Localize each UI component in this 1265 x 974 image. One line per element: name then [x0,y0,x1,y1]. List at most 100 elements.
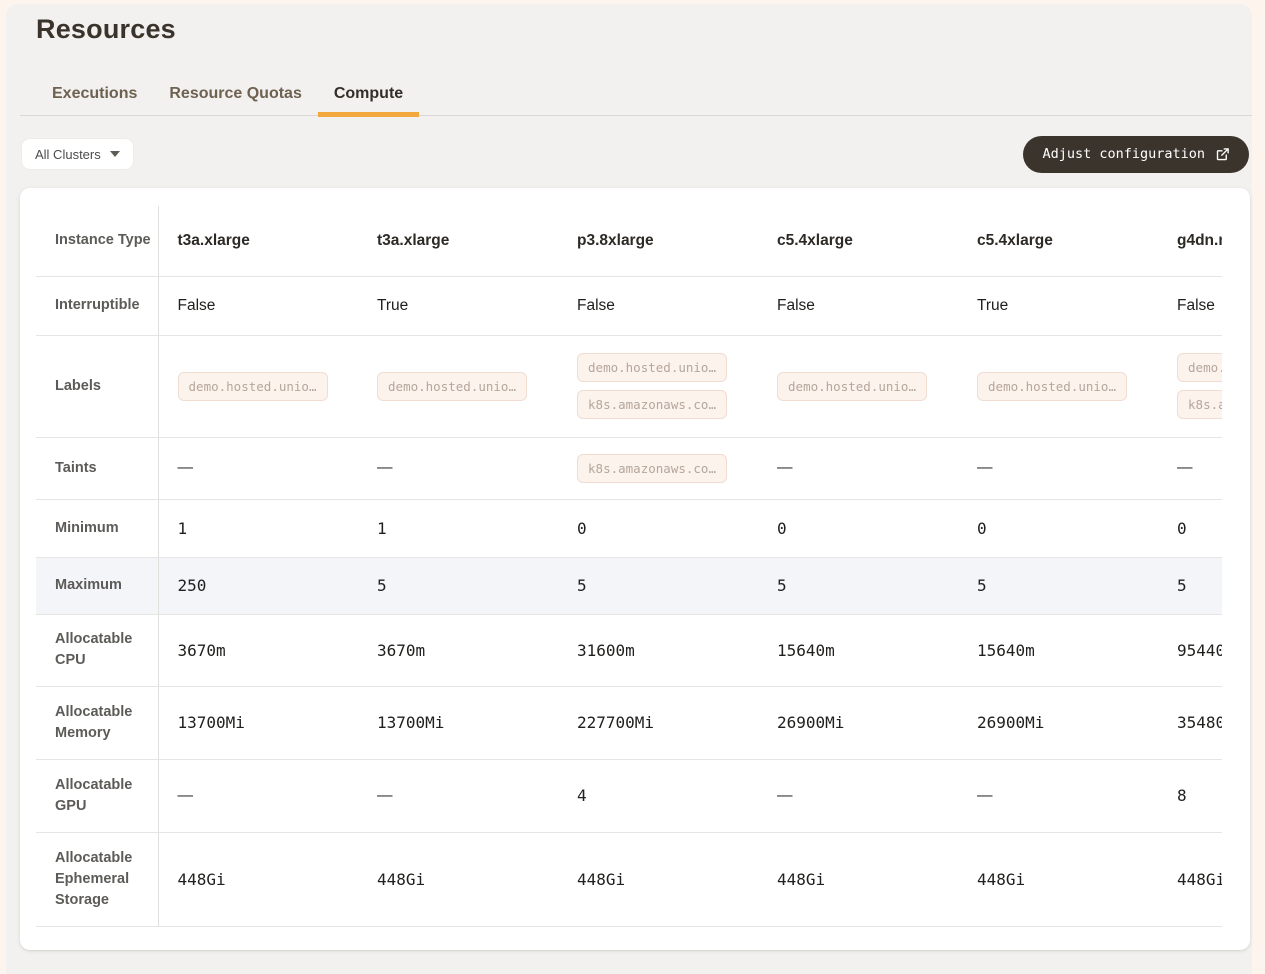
instance-type-header: c5.4xlarge [758,206,958,276]
label-chip: demo.hosted.unio… [1177,353,1222,382]
row-label-interruptible: Interruptible [36,276,158,335]
cell-allocatable-cpu: 95440m [1158,614,1222,686]
page-title: Resources [36,14,176,45]
cell-allocatable-gpu: — [958,759,1158,832]
external-link-icon [1215,147,1230,162]
cell-labels: demo.hosted.unio… [958,335,1158,437]
cell-allocatable-ephemeral-storage: 448Gi [1158,832,1222,926]
cell-allocatable-gpu: — [158,759,358,832]
label-chip: demo.hosted.unio… [377,372,527,401]
tab-bar: Executions Resource Quotas Compute [20,81,1252,116]
row-label-allocatable-memory: Allocatable Memory [36,686,158,759]
cell-allocatable-cpu: 3670m [358,614,558,686]
table-row-allocatable-memory: Allocatable Memory 13700Mi 13700Mi 22770… [36,686,1222,759]
cell-allocatable-ephemeral-storage: 448Gi [758,832,958,926]
controls-row: All Clusters Adjust configuration [22,133,1249,175]
compute-table: Instance Type t3a.xlarge t3a.xlarge p3.8… [36,206,1222,927]
cell-maximum: 5 [1158,557,1222,614]
cluster-filter-label: All Clusters [35,147,101,162]
row-label-minimum: Minimum [36,499,158,557]
cell-interruptible: True [958,276,1158,335]
cell-labels: demo.hosted.unio… [358,335,558,437]
label-chip: demo.hosted.unio… [577,353,727,382]
adjust-configuration-label: Adjust configuration [1042,146,1205,162]
table-row-labels: Labels demo.hosted.unio… demo.hosted.uni… [36,335,1222,437]
cell-taints: — [158,437,358,499]
row-label-allocatable-gpu: Allocatable GPU [36,759,158,832]
cell-labels: demo.hosted.unio… k8s.amazonaws.co… [1158,335,1222,437]
tab-executions[interactable]: Executions [36,81,153,115]
cell-interruptible: True [358,276,558,335]
cell-allocatable-memory: 26900Mi [958,686,1158,759]
content-panel: Resources Executions Resource Quotas Com… [6,4,1252,974]
cell-taints: — [958,437,1158,499]
cell-allocatable-cpu: 3670m [158,614,358,686]
cell-taints: — [758,437,958,499]
table-row-allocatable-ephemeral-storage: Allocatable Ephemeral Storage 448Gi 448G… [36,832,1222,926]
cell-allocatable-ephemeral-storage: 448Gi [558,832,758,926]
cell-labels: demo.hosted.unio… k8s.amazonaws.co… [558,335,758,437]
row-label-allocatable-cpu: Allocatable CPU [36,614,158,686]
label-chip: demo.hosted.unio… [178,372,328,401]
cell-maximum: 250 [158,557,358,614]
cell-minimum: 0 [758,499,958,557]
row-label-maximum: Maximum [36,557,158,614]
tab-resource-quotas[interactable]: Resource Quotas [153,81,317,115]
cluster-filter-dropdown[interactable]: All Clusters [22,139,133,169]
instance-type-header: t3a.xlarge [158,206,358,276]
table-row-taints: Taints — — k8s.amazonaws.co… — — — [36,437,1222,499]
compute-table-card: Instance Type t3a.xlarge t3a.xlarge p3.8… [20,188,1250,950]
label-chip: demo.hosted.unio… [777,372,927,401]
cell-minimum: 0 [558,499,758,557]
cell-maximum: 5 [558,557,758,614]
cell-allocatable-memory: 26900Mi [758,686,958,759]
cell-allocatable-ephemeral-storage: 448Gi [158,832,358,926]
row-label-labels: Labels [36,335,158,437]
taint-chip: k8s.amazonaws.co… [577,454,727,483]
table-row-interruptible: Interruptible False True False False Tru… [36,276,1222,335]
cell-allocatable-ephemeral-storage: 448Gi [958,832,1158,926]
cell-taints: k8s.amazonaws.co… [558,437,758,499]
row-label-allocatable-ephemeral-storage: Allocatable Ephemeral Storage [36,832,158,926]
table-row-minimum: Minimum 1 1 0 0 0 0 [36,499,1222,557]
cell-allocatable-memory: 227700Mi [558,686,758,759]
cell-taints: — [1158,437,1222,499]
cell-taints: — [358,437,558,499]
cell-allocatable-gpu: — [358,759,558,832]
cell-minimum: 1 [158,499,358,557]
cell-minimum: 0 [958,499,1158,557]
cell-allocatable-ephemeral-storage: 448Gi [358,832,558,926]
label-chip: demo.hosted.unio… [977,372,1127,401]
cell-minimum: 0 [1158,499,1222,557]
label-chip: k8s.amazonaws.co… [577,390,727,419]
cell-interruptible: False [758,276,958,335]
cell-allocatable-gpu: 8 [1158,759,1222,832]
adjust-configuration-button[interactable]: Adjust configuration [1023,136,1249,173]
instance-type-header: g4dn.metal [1158,206,1222,276]
cell-interruptible: False [158,276,358,335]
table-row-maximum: Maximum 250 5 5 5 5 5 [36,557,1222,614]
tab-compute[interactable]: Compute [318,81,419,115]
cell-maximum: 5 [758,557,958,614]
cell-maximum: 5 [358,557,558,614]
table-row-allocatable-cpu: Allocatable CPU 3670m 3670m 31600m 15640… [36,614,1222,686]
cell-minimum: 1 [358,499,558,557]
table-row-instance-type: Instance Type t3a.xlarge t3a.xlarge p3.8… [36,206,1222,276]
row-label-taints: Taints [36,437,158,499]
compute-table-scroll-area[interactable]: Instance Type t3a.xlarge t3a.xlarge p3.8… [36,206,1222,928]
cell-interruptible: False [558,276,758,335]
row-label-instance-type: Instance Type [36,206,158,276]
instance-type-header: c5.4xlarge [958,206,1158,276]
cell-allocatable-cpu: 15640m [758,614,958,686]
cell-maximum: 5 [958,557,1158,614]
instance-type-header: p3.8xlarge [558,206,758,276]
cell-labels: demo.hosted.unio… [758,335,958,437]
cell-labels: demo.hosted.unio… [158,335,358,437]
cell-allocatable-memory: 13700Mi [358,686,558,759]
instance-type-header: t3a.xlarge [358,206,558,276]
label-chip: k8s.amazonaws.co… [1177,390,1222,419]
cell-allocatable-gpu: 4 [558,759,758,832]
table-row-allocatable-gpu: Allocatable GPU — — 4 — — 8 [36,759,1222,832]
chevron-down-icon [110,151,120,157]
cell-allocatable-gpu: — [758,759,958,832]
